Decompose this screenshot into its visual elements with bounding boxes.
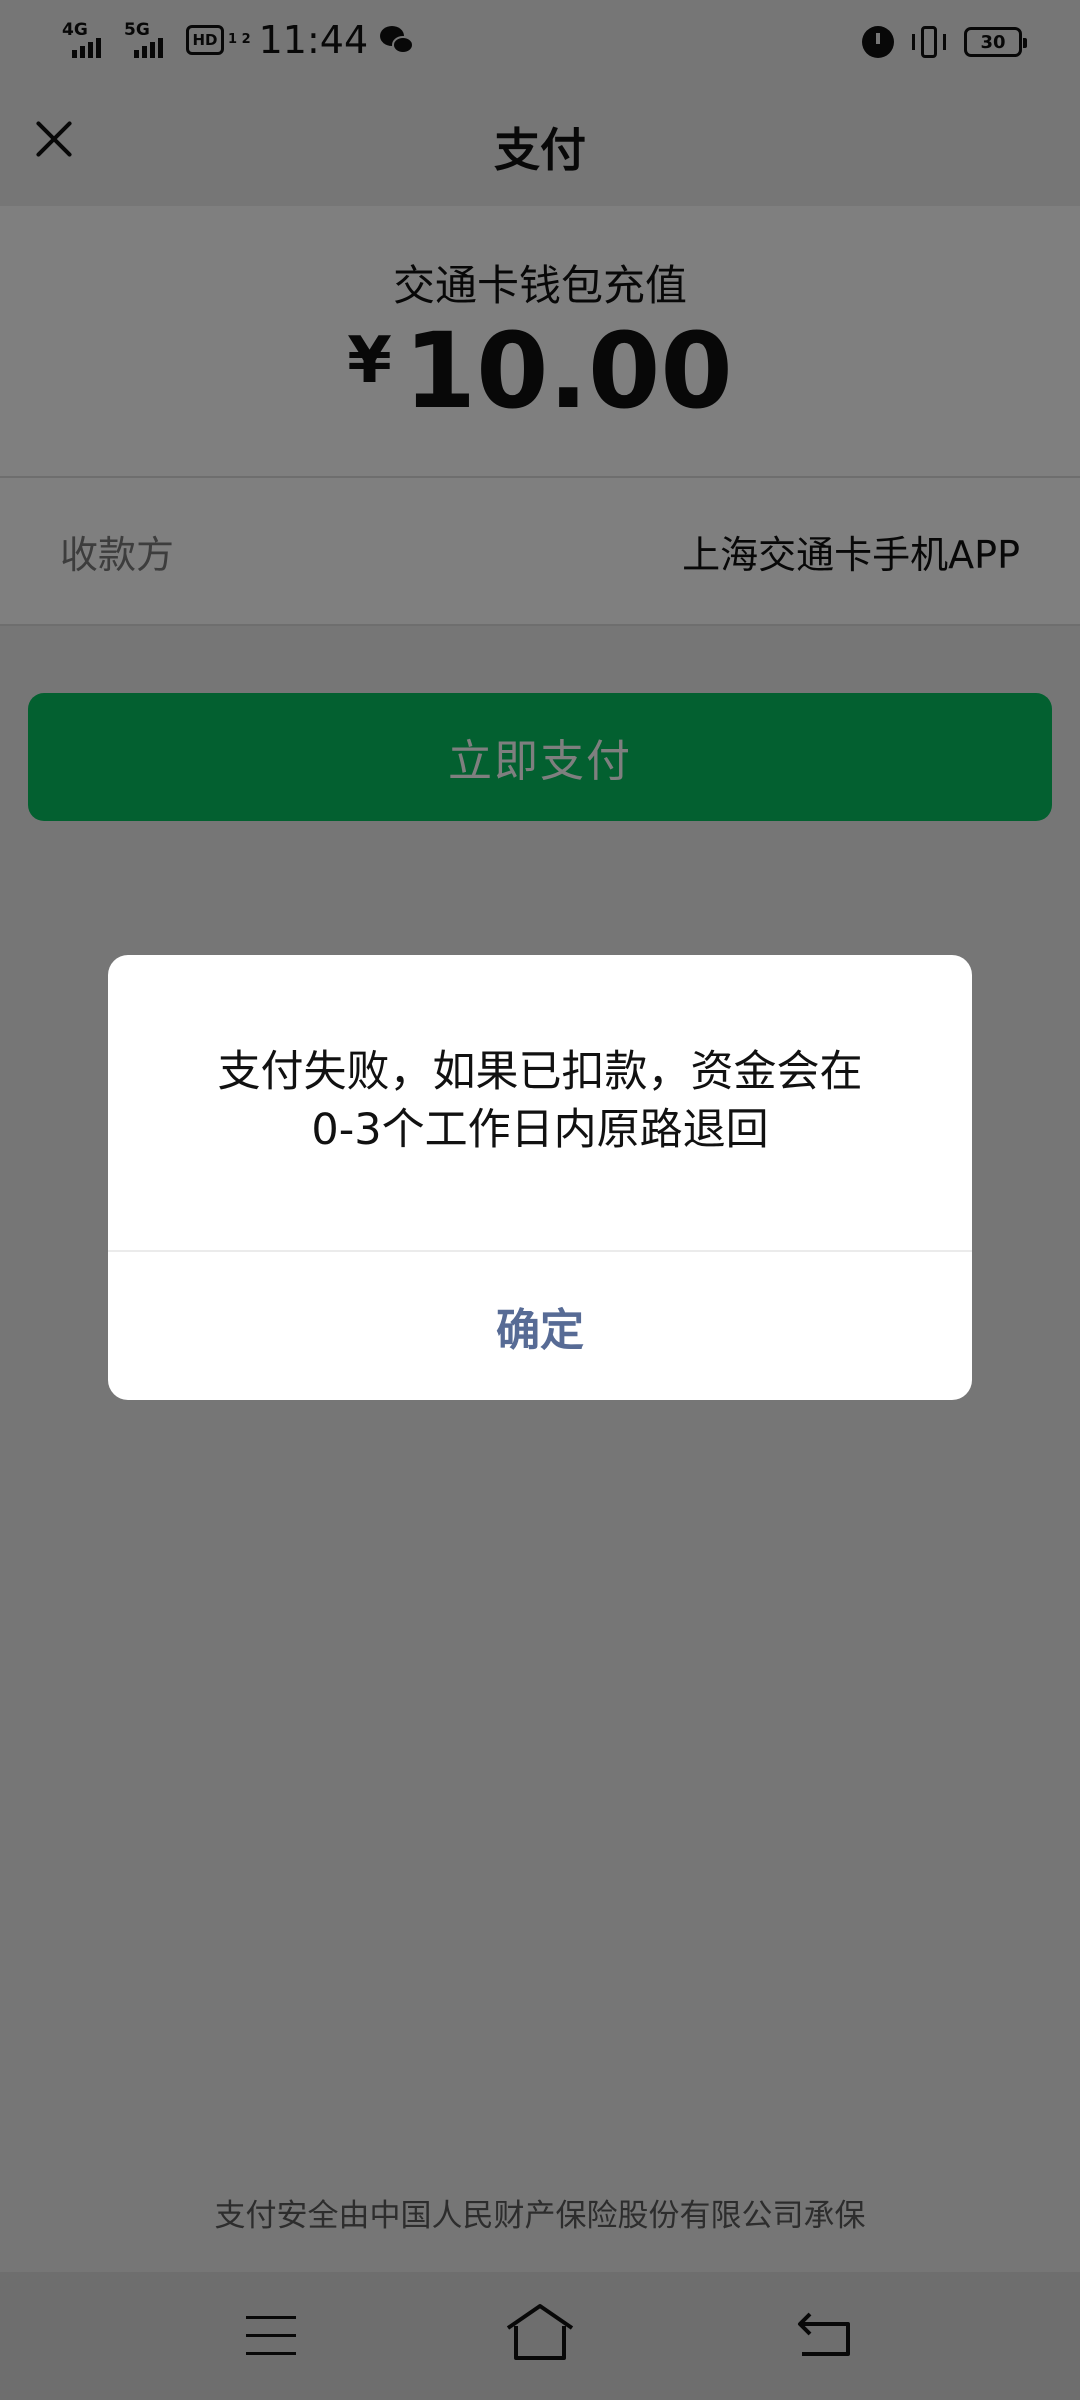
dialog-message-line2: 0-3个工作日内原路退回 <box>311 1105 769 1155</box>
confirm-button[interactable]: 确定 <box>108 1252 972 1400</box>
dialog-message-line1: 支付失败，如果已扣款，资金会在 <box>217 1047 863 1097</box>
payment-failed-dialog: 支付失败，如果已扣款，资金会在 0-3个工作日内原路退回 确定 <box>108 955 972 1400</box>
dialog-message: 支付失败，如果已扣款，资金会在 0-3个工作日内原路退回 <box>148 1043 932 1159</box>
